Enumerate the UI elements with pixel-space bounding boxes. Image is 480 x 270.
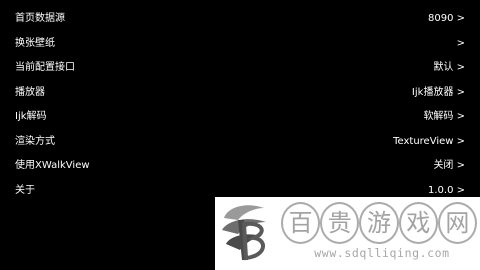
setting-label: 渲染方式 — [15, 135, 55, 147]
watermark-char: 网 — [437, 202, 478, 244]
setting-label: 播放器 — [15, 86, 45, 98]
setting-home-data-source[interactable]: 首页数据源 8090 > — [0, 7, 480, 32]
watermark-char: 游 — [359, 202, 399, 244]
setting-value: Ijk播放器 > — [411, 86, 465, 98]
setting-value: > — [456, 37, 465, 49]
setting-value: TextureView > — [393, 135, 465, 147]
setting-label: 换张壁纸 — [15, 37, 55, 49]
watermark-char: 贵 — [320, 202, 360, 244]
setting-label: 当前配置接口 — [15, 62, 75, 74]
watermark-char: 百 — [281, 202, 321, 244]
setting-use-xwalkview[interactable]: 使用XWalkView 关闭 > — [0, 154, 480, 179]
watermark-title: 百 贵 游 戏 网 — [281, 201, 478, 245]
setting-value: 8090 > — [427, 13, 465, 25]
setting-label: 首页数据源 — [15, 13, 65, 25]
setting-label: 使用XWalkView — [15, 160, 90, 172]
setting-change-wallpaper[interactable]: 换张壁纸 > — [0, 32, 480, 57]
setting-value: 关闭 > — [433, 160, 465, 172]
watermark-logo-icon — [222, 205, 266, 261]
setting-label: Ijk解码 — [15, 111, 47, 123]
setting-ijk-decoding[interactable]: Ijk解码 软解码 > — [0, 105, 480, 130]
watermark-overlay: 百 贵 游 戏 网 www.sdqlliqing.com — [215, 197, 480, 270]
setting-value: 默认 > — [433, 62, 465, 74]
setting-label: 关于 — [15, 184, 35, 196]
setting-value: 1.0.0 > — [427, 184, 465, 196]
setting-render-mode[interactable]: 渲染方式 TextureView > — [0, 130, 480, 155]
setting-player[interactable]: 播放器 Ijk播放器 > — [0, 81, 480, 106]
watermark-url: www.sdqlliqing.com — [314, 246, 450, 260]
setting-config-interface[interactable]: 当前配置接口 默认 > — [0, 56, 480, 81]
setting-value: 软解码 > — [423, 111, 465, 123]
watermark-char: 戏 — [398, 202, 438, 244]
settings-list: 首页数据源 8090 > 换张壁纸 > 当前配置接口 默认 > 播放器 Ijk播… — [0, 7, 480, 203]
